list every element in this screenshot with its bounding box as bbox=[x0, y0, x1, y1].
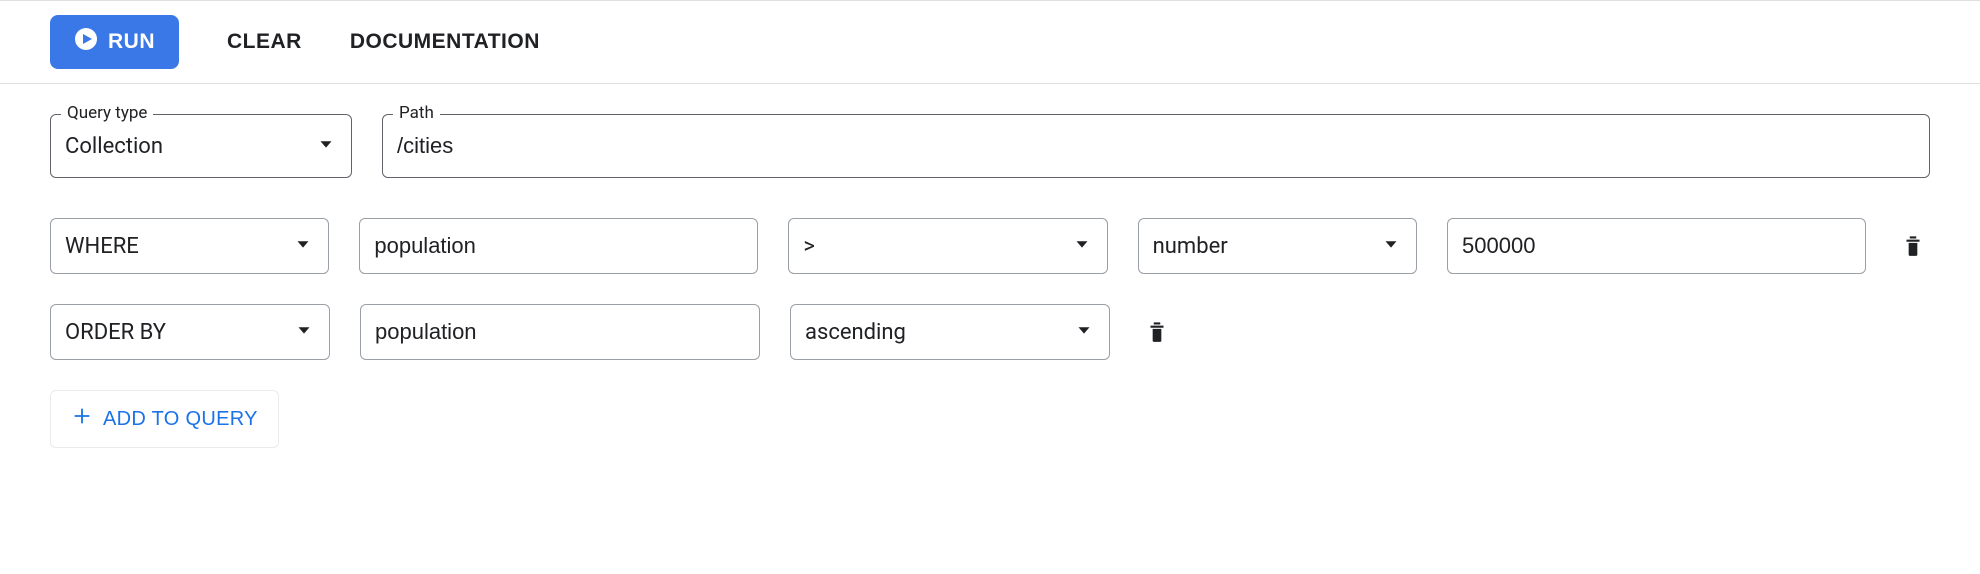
add-button-label: ADD TO QUERY bbox=[103, 408, 258, 431]
where-value-input[interactable] bbox=[1447, 218, 1866, 274]
trash-icon bbox=[1900, 232, 1926, 261]
path-label: Path bbox=[393, 103, 440, 123]
orderby-field-input[interactable] bbox=[360, 304, 760, 360]
delete-where-button[interactable] bbox=[1896, 228, 1930, 265]
where-type-value: number bbox=[1153, 234, 1228, 259]
run-button[interactable]: RUN bbox=[50, 15, 179, 69]
trash-icon bbox=[1144, 318, 1170, 347]
toolbar: RUN CLEAR DOCUMENTATION bbox=[0, 0, 1980, 84]
chevron-down-icon bbox=[315, 133, 337, 159]
where-operator-select[interactable]: > bbox=[788, 218, 1107, 274]
chevron-down-icon bbox=[1071, 233, 1093, 259]
query-type-label: Query type bbox=[61, 103, 153, 123]
query-type-value: Collection bbox=[65, 134, 163, 159]
query-type-field: Query type Collection bbox=[50, 114, 352, 178]
query-builder: Query type Collection Path WHERE > bbox=[0, 84, 1980, 478]
chevron-down-icon bbox=[1073, 319, 1095, 345]
query-type-select[interactable]: Collection bbox=[51, 115, 351, 177]
where-operator-value: > bbox=[803, 234, 815, 259]
play-icon bbox=[74, 27, 98, 57]
run-button-label: RUN bbox=[108, 30, 155, 54]
clause-value: WHERE bbox=[65, 234, 139, 259]
plus-icon bbox=[71, 405, 93, 433]
clause-value: ORDER BY bbox=[65, 320, 166, 345]
orderby-direction-select[interactable]: ascending bbox=[790, 304, 1110, 360]
orderby-row: ORDER BY ascending bbox=[50, 304, 1930, 360]
clause-select[interactable]: ORDER BY bbox=[50, 304, 330, 360]
clear-button[interactable]: CLEAR bbox=[227, 30, 302, 54]
where-field-input[interactable] bbox=[359, 218, 758, 274]
delete-orderby-button[interactable] bbox=[1140, 314, 1174, 351]
where-type-select[interactable]: number bbox=[1138, 218, 1417, 274]
chevron-down-icon bbox=[292, 233, 314, 259]
chevron-down-icon bbox=[293, 319, 315, 345]
orderby-direction-value: ascending bbox=[805, 320, 906, 345]
clause-select[interactable]: WHERE bbox=[50, 218, 329, 274]
documentation-link[interactable]: DOCUMENTATION bbox=[350, 30, 540, 54]
query-header-row: Query type Collection Path bbox=[50, 114, 1930, 178]
chevron-down-icon bbox=[1380, 233, 1402, 259]
add-to-query-button[interactable]: ADD TO QUERY bbox=[50, 390, 279, 448]
path-field: Path bbox=[382, 114, 1930, 178]
path-input[interactable] bbox=[383, 115, 1929, 177]
where-row: WHERE > number bbox=[50, 218, 1930, 274]
